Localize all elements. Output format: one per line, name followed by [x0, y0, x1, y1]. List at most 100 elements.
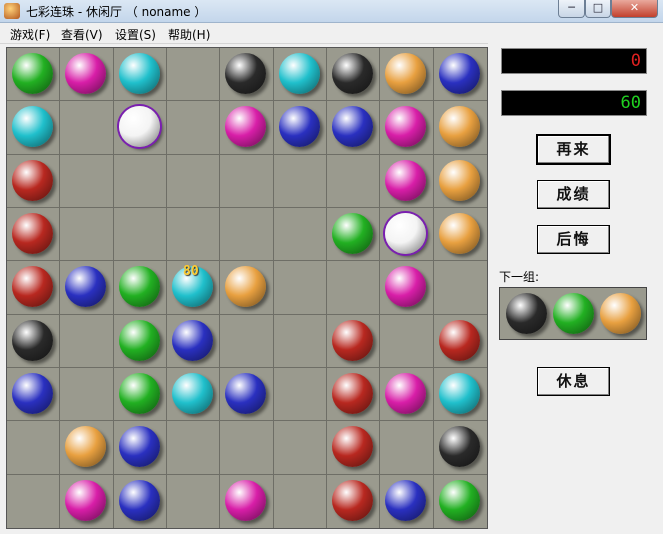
orange-ball[interactable]: [439, 213, 481, 255]
magenta-ball[interactable]: [225, 480, 267, 522]
board-cell[interactable]: [327, 474, 381, 528]
board-cell[interactable]: [60, 48, 114, 102]
red-ball[interactable]: [332, 373, 374, 415]
board-cell[interactable]: [273, 367, 327, 422]
board-cell[interactable]: [380, 314, 434, 368]
blue-ball[interactable]: [439, 53, 481, 95]
play-again-button[interactable]: 再来: [537, 135, 610, 164]
green-ball[interactable]: [12, 53, 54, 95]
red-ball[interactable]: [439, 319, 481, 361]
board-cell[interactable]: [220, 367, 274, 422]
magenta-ball[interactable]: [385, 106, 427, 148]
board-cell[interactable]: [326, 207, 381, 262]
board-cell[interactable]: [113, 154, 167, 208]
board-cell[interactable]: [273, 48, 327, 102]
board-cell[interactable]: [380, 421, 434, 475]
board-cell[interactable]: [326, 48, 381, 102]
menu-help[interactable]: 帮助(H): [168, 26, 210, 43]
orange-ball[interactable]: [439, 106, 481, 148]
green-ball[interactable]: [118, 373, 160, 415]
board-cell[interactable]: [380, 367, 434, 422]
board-cell[interactable]: [166, 48, 221, 102]
board-cell[interactable]: [166, 154, 221, 208]
orange-ball[interactable]: [385, 53, 427, 95]
board-cell[interactable]: [433, 208, 487, 262]
board-cell[interactable]: [166, 101, 221, 155]
white-ball[interactable]: [118, 106, 160, 148]
board-cell[interactable]: [7, 474, 61, 528]
board-cell[interactable]: [7, 101, 61, 155]
red-ball[interactable]: [12, 266, 54, 308]
black-ball[interactable]: [12, 319, 54, 361]
board-cell[interactable]: [113, 207, 167, 262]
menu-settings[interactable]: 设置(S): [115, 26, 156, 43]
board-cell[interactable]: [220, 48, 274, 102]
board-cell[interactable]: [113, 421, 167, 475]
board-cell[interactable]: [166, 421, 221, 475]
board-cell[interactable]: [7, 154, 61, 208]
board-cell[interactable]: [220, 154, 274, 208]
board-cell[interactable]: [434, 475, 487, 528]
orange-ball[interactable]: [225, 266, 267, 308]
board-cell[interactable]: [220, 261, 274, 315]
board-cell[interactable]: [380, 48, 434, 102]
red-ball[interactable]: [332, 480, 374, 522]
board-cell[interactable]: [167, 474, 221, 528]
blue-ball[interactable]: [12, 373, 54, 415]
board-cell[interactable]: [326, 261, 381, 315]
board-cell[interactable]: [113, 314, 167, 368]
board-cell[interactable]: [326, 421, 381, 475]
undo-button[interactable]: 后悔: [537, 225, 610, 254]
blue-ball[interactable]: [118, 480, 160, 522]
board-cell[interactable]: [380, 207, 434, 262]
close-button[interactable]: ✕: [611, 0, 658, 18]
board-cell[interactable]: [220, 207, 274, 262]
board-cell[interactable]: [433, 48, 487, 102]
board-cell[interactable]: [60, 261, 114, 315]
board-cell[interactable]: [273, 207, 327, 262]
board-cell[interactable]: [166, 314, 221, 368]
board-cell[interactable]: [273, 314, 327, 368]
blue-ball[interactable]: [172, 319, 214, 361]
board-cell[interactable]: [7, 261, 61, 315]
board-cell[interactable]: [326, 154, 381, 208]
red-ball[interactable]: [12, 159, 54, 201]
board-cell[interactable]: [7, 421, 61, 475]
red-ball[interactable]: [12, 213, 54, 255]
blue-ball[interactable]: [225, 373, 267, 415]
magenta-ball[interactable]: [65, 480, 107, 522]
black-ball[interactable]: [439, 426, 481, 468]
board-cell[interactable]: [166, 367, 221, 422]
board-cell[interactable]: [7, 48, 61, 102]
black-ball[interactable]: [332, 53, 374, 95]
board-cell[interactable]: [326, 314, 381, 368]
board-cell[interactable]: [433, 101, 487, 155]
magenta-ball[interactable]: [65, 53, 107, 95]
board-cell[interactable]: [326, 367, 381, 422]
board-cell[interactable]: [60, 421, 114, 475]
board-cell[interactable]: [433, 421, 487, 475]
board-cell[interactable]: [220, 101, 274, 155]
blue-ball[interactable]: [332, 106, 374, 148]
blue-ball[interactable]: [385, 480, 427, 522]
minimize-button[interactable]: ─: [558, 0, 585, 18]
magenta-ball[interactable]: [385, 159, 427, 201]
board-cell[interactable]: [326, 101, 381, 155]
board-cell[interactable]: [220, 314, 274, 368]
red-ball[interactable]: [332, 426, 374, 468]
board-cell[interactable]: [433, 315, 487, 368]
board-cell[interactable]: [220, 474, 274, 528]
board-cell[interactable]: [273, 154, 327, 208]
board-cell[interactable]: [113, 261, 167, 315]
board-cell[interactable]: [60, 367, 114, 422]
board-cell[interactable]: [433, 368, 487, 422]
records-button[interactable]: 成绩: [537, 180, 610, 209]
magenta-ball[interactable]: [385, 266, 427, 308]
board-cell[interactable]: [433, 261, 487, 315]
green-ball[interactable]: [118, 266, 160, 308]
magenta-ball[interactable]: [385, 373, 427, 415]
board-cell[interactable]: [220, 421, 274, 475]
board-cell[interactable]: [60, 101, 114, 155]
green-ball[interactable]: [118, 319, 160, 361]
board-cell[interactable]: [380, 154, 434, 208]
